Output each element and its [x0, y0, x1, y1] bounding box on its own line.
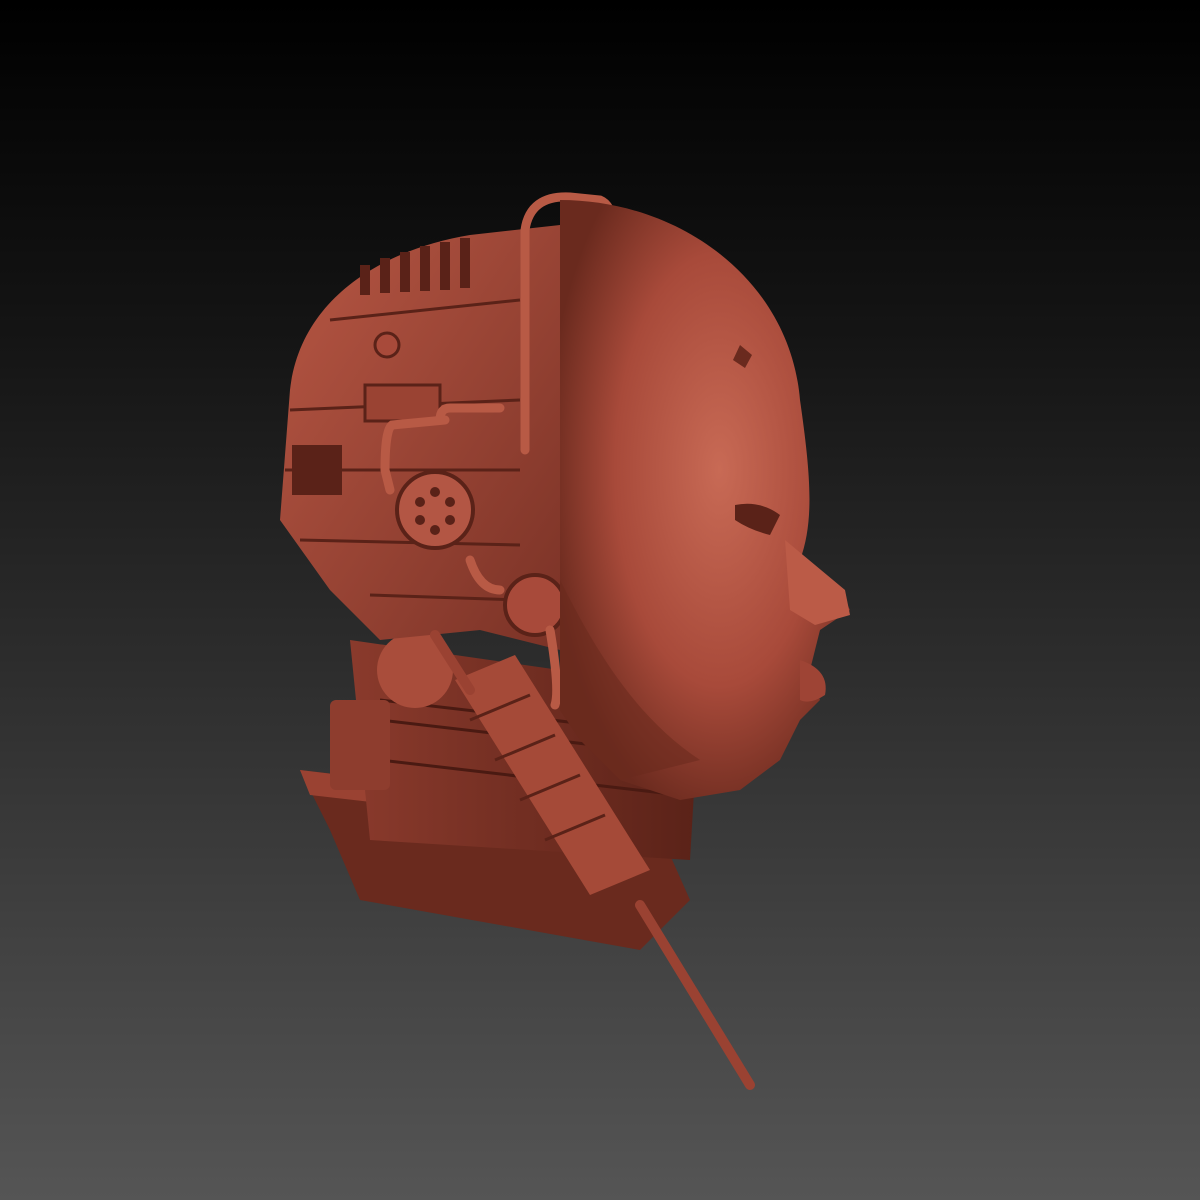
ear-disc [395, 470, 475, 550]
helmet-side-box [363, 383, 442, 423]
jaw-joint [503, 573, 567, 637]
lips [800, 660, 826, 702]
sculpt-render [280, 192, 850, 1090]
tube-needle [635, 900, 755, 1090]
nose [785, 540, 850, 625]
helmet-small-knob [373, 331, 401, 359]
render-viewport [0, 0, 1200, 1200]
helmet-side-grille [292, 445, 342, 495]
neck-piston-left [330, 700, 390, 790]
